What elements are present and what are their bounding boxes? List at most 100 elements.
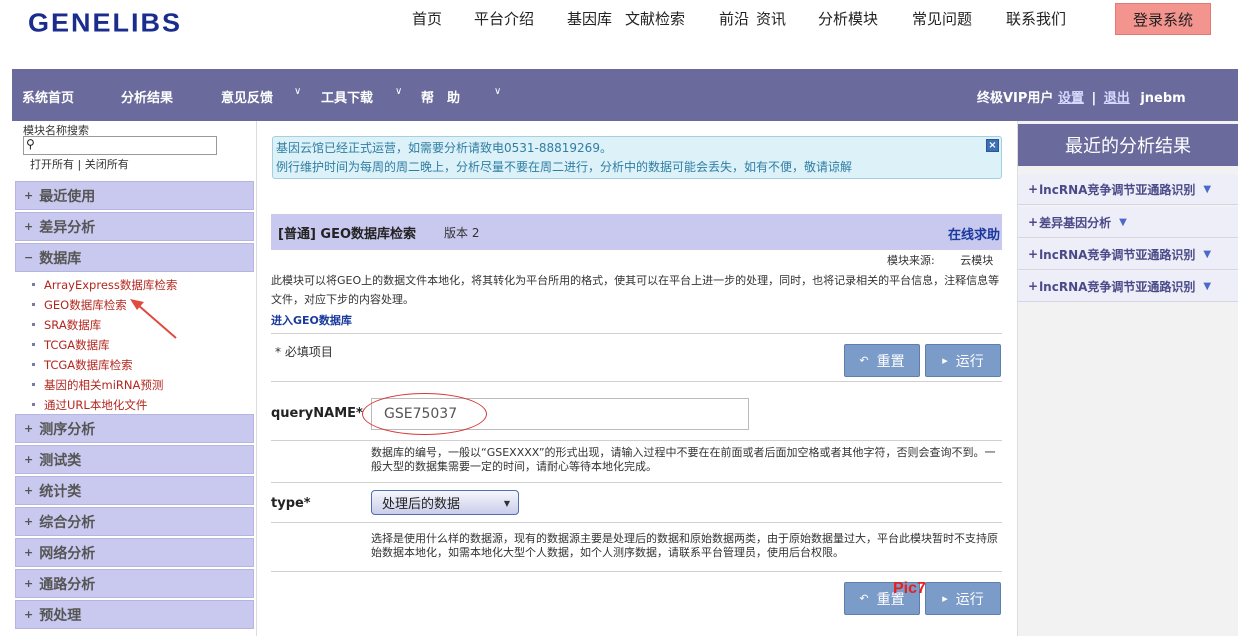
recent-results-title: 最近的分析结果 — [1018, 124, 1238, 166]
topnav-analysis-modules[interactable]: 分析模块 — [818, 8, 878, 29]
db-item-label: TCGA数据库 — [44, 338, 110, 352]
run-button[interactable]: ▸ 运行 — [925, 344, 1001, 377]
category-recent[interactable]: + 最近使用 — [15, 181, 254, 210]
expand-plus-icon: + — [24, 453, 34, 466]
bullet-icon — [32, 283, 35, 286]
recent-result-item[interactable]: + lncRNA竞争调节亚通路识别 ▼ — [1018, 174, 1238, 205]
bullet-icon — [32, 403, 35, 406]
db-item-tcga-search[interactable]: TCGA数据库检索 — [32, 357, 133, 373]
divider — [271, 333, 1002, 334]
category-label: 预处理 — [39, 607, 82, 624]
category-label: 网络分析 — [39, 545, 96, 562]
topnav-literature[interactable]: 文献检索 — [625, 8, 685, 29]
recent-result-item[interactable]: + 差异基因分析 ▼ — [1018, 207, 1238, 238]
toggle-links: 打开所有 | 关闭所有 — [30, 156, 129, 172]
red-arrow-icon — [130, 299, 177, 339]
recent-result-label: lncRNA竞争调节亚通路识别 — [1039, 279, 1196, 294]
category-sequencing[interactable]: + 测序分析 — [15, 414, 254, 443]
category-diff-analysis[interactable]: + 差异分析 — [15, 212, 254, 241]
expand-plus-icon: + — [24, 608, 34, 621]
divider — [271, 522, 1002, 523]
link-separator: | — [74, 158, 85, 171]
db-item-label: SRA数据库 — [44, 318, 102, 332]
run-label: 运行 — [955, 591, 984, 608]
topnav-news[interactable]: 资讯 — [756, 8, 786, 29]
play-icon: ▸ — [942, 592, 948, 605]
module-search-input[interactable] — [40, 138, 214, 153]
db-item-label: 基因的相关miRNA预测 — [44, 378, 164, 392]
separator: | — [1091, 91, 1097, 106]
db-item-tcga[interactable]: TCGA数据库 — [32, 337, 110, 353]
category-preprocess[interactable]: + 预处理 — [15, 600, 254, 629]
query-name-input[interactable] — [371, 398, 749, 430]
collapse-minus-icon: − — [24, 251, 34, 264]
recent-result-item[interactable]: + lncRNA竞争调节亚通路识别 ▼ — [1018, 271, 1238, 302]
plus-icon: + — [1028, 215, 1039, 229]
expand-plus-icon: + — [24, 484, 34, 497]
nav-feedback[interactable]: 意见反馈 — [221, 87, 273, 106]
category-label: 综合分析 — [39, 514, 96, 531]
expand-plus-icon: + — [24, 189, 34, 202]
topnav-contact[interactable]: 联系我们 — [1006, 8, 1066, 29]
category-stats[interactable]: + 统计类 — [15, 476, 254, 505]
chevron-down-icon[interactable]: ∨ — [294, 86, 301, 97]
category-label: 测序分析 — [39, 421, 96, 438]
recent-result-item[interactable]: + lncRNA竞争调节亚通路识别 ▼ — [1018, 239, 1238, 270]
dropdown-arrow-icon: ▼ — [1119, 216, 1127, 228]
run-label: 运行 — [955, 353, 984, 370]
online-help-link[interactable]: 在线求助 — [948, 224, 1000, 243]
category-pathway[interactable]: + 通路分析 — [15, 569, 254, 598]
expand-plus-icon: + — [24, 422, 34, 435]
type-select[interactable]: 处理后的数据 ▼ — [371, 490, 519, 515]
nav-tool-download[interactable]: 工具下载 — [321, 87, 373, 106]
main-content: 基因云馆已经正式运营，如需要分析请致电0531-88819269。 例行维护时间… — [256, 121, 1018, 636]
chevron-down-icon[interactable]: ∨ — [395, 86, 402, 97]
left-sidebar: 模块名称搜索 ⚲ 打开所有 | 关闭所有 + 最近使用 + 差异分析 − 数据库 Ar… — [12, 121, 256, 636]
recent-result-label: 差异基因分析 — [1039, 215, 1112, 230]
divider — [271, 381, 1002, 382]
reset-icon: ↶ — [859, 592, 869, 605]
module-source: 模块来源: 云模块 — [887, 252, 993, 268]
settings-link[interactable]: 设置 — [1058, 91, 1084, 106]
category-label: 统计类 — [39, 483, 82, 500]
category-database[interactable]: − 数据库 — [15, 243, 254, 272]
user-type: 终极VIP用户 — [977, 91, 1054, 106]
main-navbar: 系统首页 分析结果 意见反馈 ∨ 工具下载 ∨ 帮 助 ∨ 终极VIP用户 设置… — [12, 69, 1238, 121]
topnav-frontier[interactable]: 前沿 — [719, 8, 749, 29]
topnav-platform-intro[interactable]: 平台介绍 — [474, 8, 534, 29]
category-test[interactable]: + 测试类 — [15, 445, 254, 474]
db-item-url-localize[interactable]: 通过URL本地化文件 — [32, 397, 147, 413]
open-all-link[interactable]: 打开所有 — [30, 158, 74, 171]
expand-plus-icon: + — [24, 577, 34, 590]
logout-link[interactable]: 退出 — [1104, 91, 1130, 106]
username: jnebm — [1140, 91, 1186, 106]
run-button-bottom[interactable]: ▸ 运行 — [925, 582, 1001, 615]
nav-system-home[interactable]: 系统首页 — [22, 87, 74, 106]
category-label: 通路分析 — [39, 576, 96, 593]
nav-help[interactable]: 帮 助 — [421, 87, 460, 106]
category-comprehensive[interactable]: + 综合分析 — [15, 507, 254, 536]
dropdown-arrow-icon: ▼ — [1203, 248, 1212, 260]
chevron-down-icon[interactable]: ∨ — [494, 86, 501, 97]
module-search-box: ⚲ — [23, 136, 217, 155]
category-label: 数据库 — [39, 250, 82, 267]
topnav-home[interactable]: 首页 — [412, 8, 442, 29]
recent-result-label: lncRNA竞争调节亚通路识别 — [1039, 247, 1196, 262]
topnav-gene-db[interactable]: 基因库 — [567, 8, 612, 29]
enter-geo-link[interactable]: 进入GEO数据库 — [271, 312, 352, 328]
reset-button[interactable]: ↶ 重置 — [844, 344, 920, 377]
expand-plus-icon: + — [24, 515, 34, 528]
divider — [271, 440, 1002, 441]
db-item-arrayexpress[interactable]: ArrayExpress数据库检索 — [32, 277, 177, 293]
category-network[interactable]: + 网络分析 — [15, 538, 254, 567]
site-logo[interactable]: GENELIBS — [28, 9, 182, 38]
db-item-sra[interactable]: SRA数据库 — [32, 317, 101, 333]
close-icon[interactable]: × — [986, 139, 999, 152]
nav-analysis-results[interactable]: 分析结果 — [121, 87, 173, 106]
close-all-link[interactable]: 关闭所有 — [85, 158, 129, 171]
topnav-faq[interactable]: 常见问题 — [912, 8, 972, 29]
module-title: [普通] GEO数据库检索 — [278, 226, 417, 242]
dropdown-arrow-icon: ▼ — [503, 499, 510, 508]
login-button[interactable]: 登录系统 — [1115, 3, 1211, 35]
db-item-mirna-predict[interactable]: 基因的相关miRNA预测 — [32, 377, 163, 393]
